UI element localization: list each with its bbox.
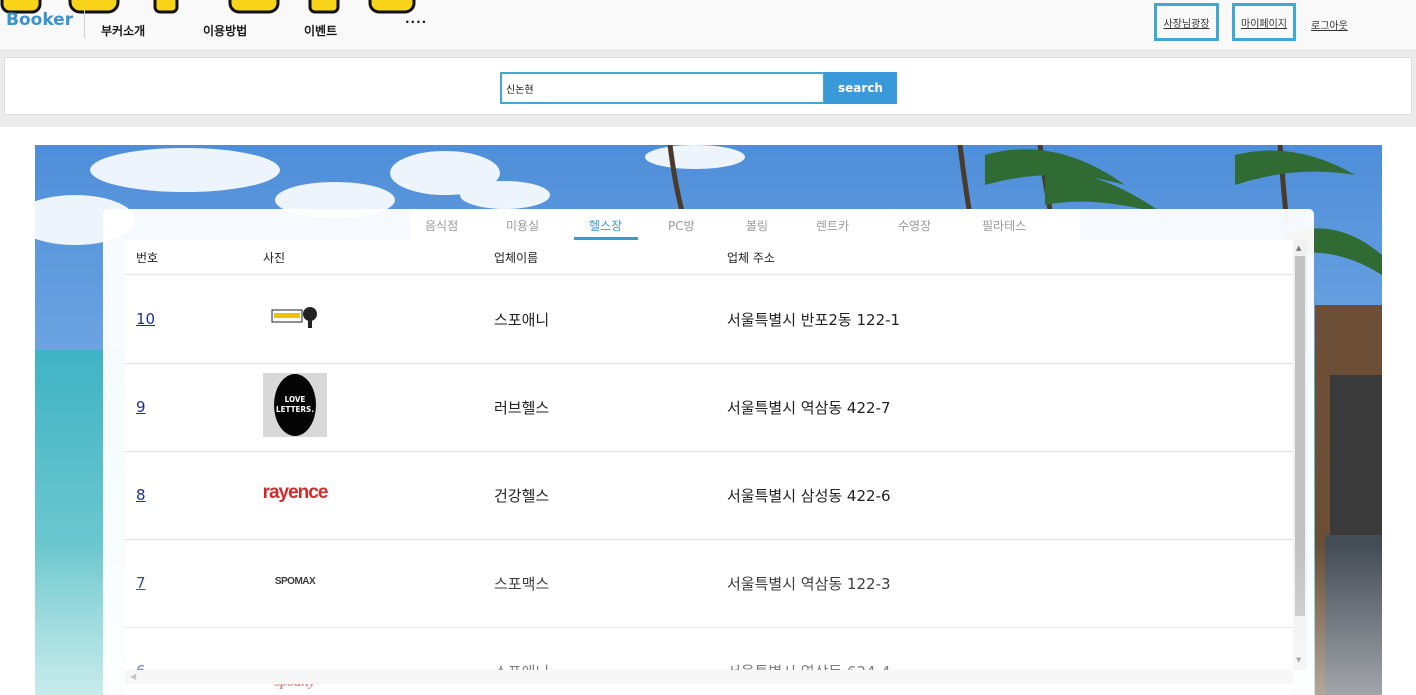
business-table: 번호 사진 업체이름 업체 주소 10 스포애니 서울특별시 반포2동 122-…	[125, 240, 1293, 695]
logout-link[interactable]: 로그아웃	[1311, 17, 1348, 32]
horizontal-scrollbar[interactable]: ◀	[125, 670, 1293, 684]
logo-text: SPOMAX	[274, 575, 316, 587]
row-number-link[interactable]: 7	[136, 574, 146, 592]
scroll-down-icon[interactable]: ▼	[1296, 656, 1301, 664]
search-input[interactable]	[500, 72, 825, 104]
owner-plaza-button[interactable]: 사장님광장	[1154, 3, 1219, 41]
business-address: 서울특별시 역삼동 122-3	[727, 575, 891, 593]
row-number-link[interactable]: 8	[136, 486, 146, 504]
content-panel: 음식점 미용실 헬스장 PC방 볼링 렌트카 수영장 필라테스 번호 사진 업체…	[103, 209, 1314, 695]
business-name: 스포맥스	[494, 575, 550, 593]
tab-pc-room[interactable]: PC방	[668, 217, 695, 234]
tab-swimming-pool[interactable]: 수영장	[898, 217, 931, 234]
logo-text-line: LETTERS.	[276, 405, 314, 414]
tab-pilates[interactable]: 필라테스	[982, 217, 1026, 234]
nav-more[interactable]: ....	[405, 12, 427, 26]
scroll-up-icon[interactable]: ▲	[1296, 244, 1301, 252]
rayence-logo-image[interactable]: rayence	[262, 461, 329, 525]
business-address: 서울특별시 삼성동 422-6	[727, 487, 891, 505]
tab-bowling[interactable]: 볼링	[746, 217, 768, 234]
spomax-logo-image[interactable]: SPOMAX	[263, 549, 327, 613]
column-header-photo: 사진	[263, 251, 286, 265]
column-header-name: 업체이름	[494, 251, 539, 265]
tab-salon[interactable]: 미용실	[506, 217, 539, 234]
brand-logo[interactable]: Booker	[6, 10, 73, 30]
table-row: 6 spoany 스포애니 서울특별시 역삼동 624-4	[125, 627, 1293, 695]
tab-restaurant[interactable]: 음식점	[425, 217, 458, 234]
table-row: 7 SPOMAX 스포맥스 서울특별시 역삼동 122-3	[125, 539, 1293, 628]
search-button[interactable]: search	[824, 72, 897, 104]
tab-gym[interactable]: 헬스장	[589, 217, 622, 234]
scroll-left-icon[interactable]: ◀	[130, 672, 136, 681]
row-number-link[interactable]: 10	[136, 310, 155, 328]
column-header-address: 업체 주소	[727, 251, 775, 265]
category-tabs: 음식점 미용실 헬스장 PC방 볼링 렌트카 수영장 필라테스	[410, 209, 1080, 240]
business-name: 스포애니	[494, 311, 550, 329]
tab-rental-car[interactable]: 렌트카	[816, 217, 849, 234]
logo-text-line: LOVE	[284, 395, 306, 404]
business-address: 서울특별시 역삼동 422-7	[727, 399, 891, 417]
gym-logo-image[interactable]	[263, 285, 327, 349]
logo-divider	[84, 8, 85, 38]
mypage-button[interactable]: 마이페이지	[1232, 3, 1296, 41]
business-name: 러브헬스	[494, 399, 550, 417]
nav-item-about[interactable]: 부커소개	[101, 22, 145, 39]
vertical-scrollbar[interactable]: ▲ ▼	[1293, 240, 1307, 670]
column-header-number: 번호	[136, 251, 159, 265]
table-row: 10 스포애니 서울특별시 반포2동 122-1	[125, 275, 1293, 364]
love-letters-logo-image[interactable]: LOVE LETTERS.	[263, 373, 327, 437]
business-name: 건강헬스	[494, 487, 550, 505]
row-number-link[interactable]: 9	[136, 398, 146, 416]
spoany-logo-image[interactable]: spoany	[263, 637, 327, 695]
business-address: 서울특별시 반포2동 122-1	[727, 311, 901, 329]
scrollbar-thumb[interactable]	[1295, 256, 1305, 616]
top-header: Booker 부커소개 이용방법 이벤트 .... 사장님광장 마이페이지 로그…	[0, 0, 1416, 51]
nav-item-how-to-use[interactable]: 이용방법	[203, 22, 247, 39]
logo-text: rayence	[262, 482, 329, 503]
nav-item-events[interactable]: 이벤트	[304, 22, 337, 39]
table-row: 8 rayence 건강헬스 서울특별시 삼성동 422-6	[125, 451, 1293, 540]
table-row: 9 LOVE LETTERS. 러브헬스 서울특별시 역삼동 422-7	[125, 363, 1293, 452]
